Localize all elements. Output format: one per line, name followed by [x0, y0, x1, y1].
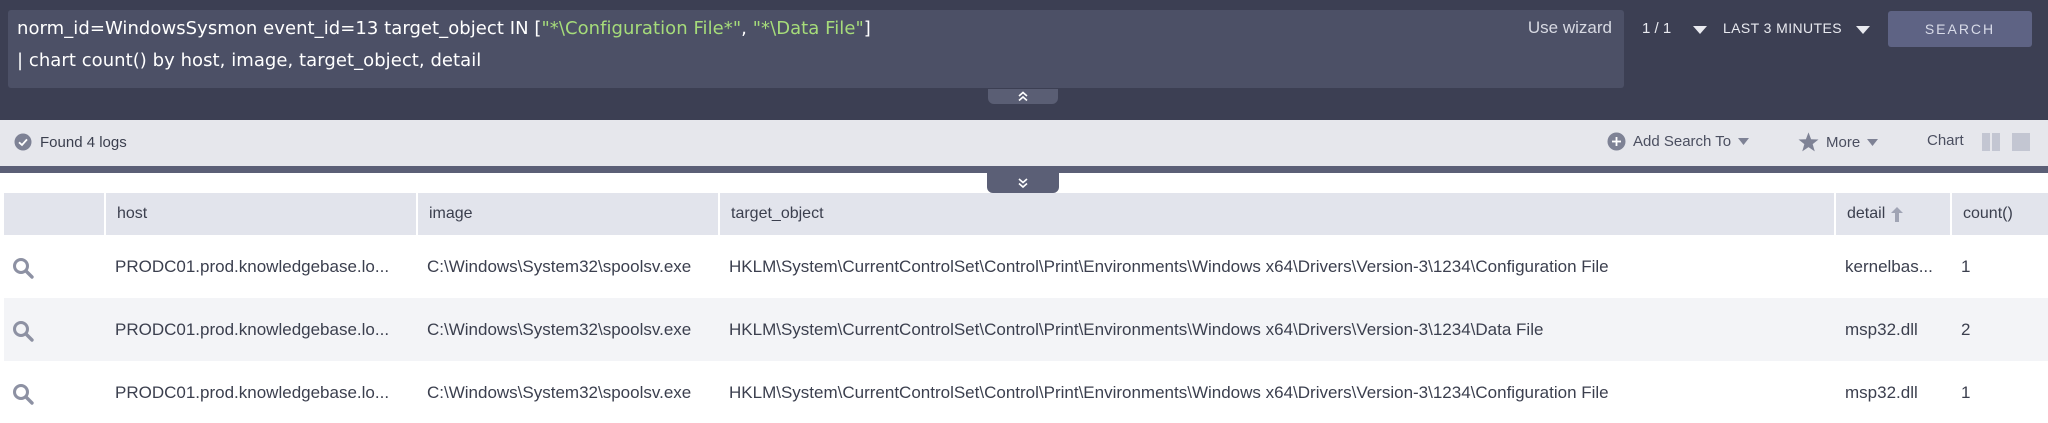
cell-image: C:\Windows\System32\spoolsv.exe	[427, 319, 692, 339]
chevron-double-up-icon	[1018, 91, 1028, 102]
cell-target-object: HKLM\System\CurrentControlSet\Control\Pr…	[729, 319, 1544, 339]
caret-down-icon[interactable]	[1856, 26, 1870, 34]
column-header-label: image	[429, 205, 473, 222]
cell-detail: kernelbas...	[1845, 256, 1933, 276]
query-string-literal: "*\Data File"	[752, 18, 864, 39]
query-text-prefix: norm_id=WindowsSysmon event_id=13 target…	[17, 18, 542, 39]
add-search-to-button[interactable]: Add Search To	[1607, 132, 1750, 151]
column-header-label: host	[117, 205, 148, 222]
single-view-icon[interactable]	[2012, 133, 2030, 151]
query-line-1[interactable]: norm_id=WindowsSysmon event_id=13 target…	[17, 18, 871, 39]
results-count-label: Found 4 logs	[40, 133, 127, 151]
row-action-cell	[4, 361, 104, 423]
magnifier-icon[interactable]	[11, 319, 35, 343]
cell-host: PRODC01.prod.knowledgebase.lo...	[115, 382, 390, 402]
time-range-selector[interactable]: LAST 3 MINUTES	[1723, 20, 1842, 36]
magnifier-icon[interactable]	[11, 382, 35, 406]
cell-target-object: HKLM\System\CurrentControlSet\Control\Pr…	[729, 256, 1609, 276]
table-row[interactable]: PRODC01.prod.knowledgebase.lo... C:\Wind…	[4, 361, 2048, 423]
expand-results-button[interactable]	[987, 172, 1059, 193]
chart-toggle[interactable]: Chart	[1927, 132, 1964, 149]
column-header-host[interactable]: host	[104, 193, 416, 235]
cell-target-object: HKLM\System\CurrentControlSet\Control\Pr…	[729, 382, 1609, 402]
column-header-label: detail	[1847, 205, 1886, 222]
more-label: More	[1826, 133, 1861, 151]
query-bar: norm_id=WindowsSysmon event_id=13 target…	[0, 0, 2048, 120]
results-count: Found 4 logs	[14, 133, 127, 151]
cell-count: 2	[1961, 319, 1971, 339]
use-wizard-link[interactable]: Use wizard	[1528, 18, 1612, 38]
cell-count: 1	[1961, 382, 1971, 402]
query-line-2[interactable]: | chart count() by host, image, target_o…	[17, 50, 481, 71]
column-header-label: target_object	[731, 205, 824, 222]
cell-count: 1	[1961, 256, 1971, 276]
cell-host: PRODC01.prod.knowledgebase.lo...	[115, 319, 390, 339]
column-header-detail[interactable]: detail	[1834, 193, 1950, 235]
query-text-comma: ,	[741, 18, 753, 39]
table-header: host image target_object detail count()	[4, 193, 2048, 235]
results-table: host image target_object detail count() …	[4, 193, 2048, 423]
page-indicator: 1 / 1	[1642, 20, 1672, 37]
query-string-literal: "*\Configuration File*"	[541, 18, 742, 39]
plus-circle-icon	[1607, 132, 1626, 151]
row-action-cell	[4, 235, 104, 298]
cell-detail: msp32.dll	[1845, 319, 1918, 339]
query-editor[interactable]: norm_id=WindowsSysmon event_id=13 target…	[8, 10, 1624, 88]
column-header-count[interactable]: count()	[1950, 193, 2048, 235]
chevron-double-down-icon	[1018, 177, 1028, 188]
caret-down-icon	[1867, 138, 1879, 146]
split-view-icon[interactable]	[1982, 133, 2000, 151]
cell-image: C:\Windows\System32\spoolsv.exe	[427, 256, 692, 276]
check-circle-icon	[14, 133, 32, 151]
cell-detail: msp32.dll	[1845, 382, 1918, 402]
table-row[interactable]: PRODC01.prod.knowledgebase.lo... C:\Wind…	[4, 298, 2048, 361]
column-header-image[interactable]: image	[416, 193, 718, 235]
star-icon	[1798, 132, 1819, 152]
sort-up-arrow-icon	[1891, 206, 1904, 222]
caret-down-icon[interactable]	[1693, 26, 1707, 34]
more-menu-button[interactable]: More	[1798, 132, 1879, 152]
column-header-actions	[4, 193, 104, 235]
cell-image: C:\Windows\System32\spoolsv.exe	[427, 382, 692, 402]
results-toolbar: Found 4 logs Add Search To More Chart	[0, 120, 2048, 166]
caret-down-icon	[1738, 138, 1750, 145]
search-button[interactable]: SEARCH	[1888, 11, 2032, 47]
column-header-label: count()	[1963, 205, 2013, 222]
cell-host: PRODC01.prod.knowledgebase.lo...	[115, 256, 390, 276]
magnifier-icon[interactable]	[11, 256, 35, 280]
row-action-cell	[4, 298, 104, 361]
column-header-target-object[interactable]: target_object	[718, 193, 1834, 235]
add-search-to-label: Add Search To	[1633, 133, 1732, 150]
table-row[interactable]: PRODC01.prod.knowledgebase.lo... C:\Wind…	[4, 235, 2048, 298]
query-text-suffix: ]	[863, 18, 871, 39]
collapse-query-button[interactable]	[988, 89, 1058, 104]
